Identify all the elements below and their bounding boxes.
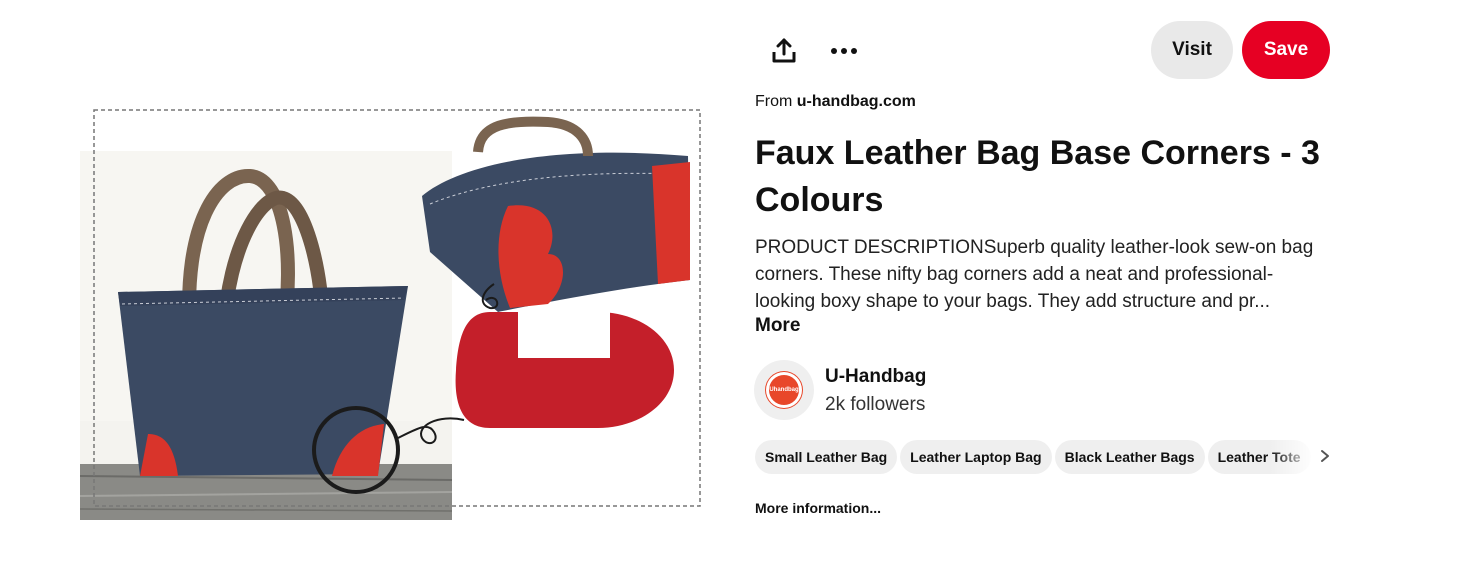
- share-upload-icon: [772, 38, 796, 63]
- chevron-right-icon: [1321, 450, 1329, 462]
- tag-chip[interactable]: Leather Tote: [1207, 440, 1311, 474]
- related-tags: Small Leather Bag Leather Laptop Bag Black…: [755, 440, 1315, 474]
- source-prefix: From: [755, 93, 793, 110]
- tags-next-button[interactable]: [1316, 444, 1334, 468]
- ellipsis-icon: [831, 48, 857, 54]
- visit-button[interactable]: Visit: [1151, 21, 1233, 79]
- source-line: From u-handbag.com: [755, 93, 916, 111]
- creator-followers: 2k followers: [825, 394, 926, 415]
- more-information-link[interactable]: More information...: [755, 500, 881, 516]
- creator-avatar[interactable]: Uhandbag: [754, 360, 814, 420]
- share-button[interactable]: [760, 27, 808, 75]
- pin-image-illustration: [79, 109, 701, 520]
- creator-logo: Uhandbag: [766, 372, 802, 408]
- source-domain-link[interactable]: u-handbag.com: [797, 93, 916, 110]
- description-more-link[interactable]: More: [755, 315, 800, 337]
- tag-chip[interactable]: Black Leather Bags: [1054, 440, 1205, 474]
- pin-title: Faux Leather Bag Base Corners - 3 Colour…: [755, 134, 1320, 219]
- save-button[interactable]: Save: [1242, 21, 1330, 79]
- tag-chip[interactable]: Leather Laptop Bag: [900, 440, 1052, 474]
- pin-description: PRODUCT DESCRIPTIONSuperb quality leathe…: [755, 237, 1314, 312]
- more-options-button[interactable]: [820, 27, 868, 75]
- creator-name[interactable]: U-Handbag: [825, 366, 926, 388]
- pin-image[interactable]: [78, 104, 704, 522]
- tag-chip[interactable]: Small Leather Bag: [755, 440, 898, 474]
